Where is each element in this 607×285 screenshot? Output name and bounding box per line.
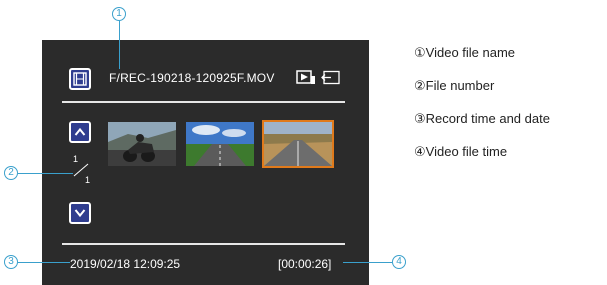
legend-video-file-time: ④Video file time xyxy=(414,144,508,159)
callout-2-leader xyxy=(18,173,73,174)
arrow-up-icon xyxy=(74,127,86,136)
legend-video-file-name: ①Video file name xyxy=(414,45,516,60)
next-file-button[interactable] xyxy=(69,202,91,224)
legend-record-time: ③Record time and date xyxy=(414,111,550,126)
video-file-name: F/REC-190218-120925F.MOV xyxy=(109,71,275,85)
callout-4-leader xyxy=(343,262,392,263)
play-icon[interactable] xyxy=(296,70,316,86)
record-datetime: 2019/02/18 12:09:25 xyxy=(70,257,181,271)
film-icon xyxy=(73,72,87,86)
video-thumbnail-road[interactable] xyxy=(186,122,254,166)
film-mode-button[interactable] xyxy=(69,68,91,90)
callout-3: 3 xyxy=(4,255,18,269)
callout-4: 4 xyxy=(392,255,406,269)
exit-icon[interactable] xyxy=(321,70,341,86)
video-file-time: [00:00:26] xyxy=(278,257,332,271)
playback-screen: F/REC-190218-120925F.MOV 1 1 2019/02/18 … xyxy=(42,40,369,285)
legend-file-number: ②File number xyxy=(414,78,495,93)
top-divider xyxy=(62,101,345,103)
video-thumbnail-selected[interactable] xyxy=(262,120,334,168)
thumbnail-image xyxy=(186,122,254,166)
callout-2: 2 xyxy=(4,166,18,180)
previous-file-button[interactable] xyxy=(69,121,91,143)
thumbnail-image xyxy=(264,122,332,166)
callout-1-leader xyxy=(119,21,120,69)
callout-1: 1 xyxy=(112,7,126,21)
video-thumbnail-motorcycle[interactable] xyxy=(108,122,176,166)
file-number-total: 1 xyxy=(85,175,91,185)
thumbnail-image xyxy=(108,122,176,166)
arrow-down-icon xyxy=(74,209,86,218)
bottom-divider xyxy=(62,243,345,245)
callout-3-leader xyxy=(18,262,70,263)
